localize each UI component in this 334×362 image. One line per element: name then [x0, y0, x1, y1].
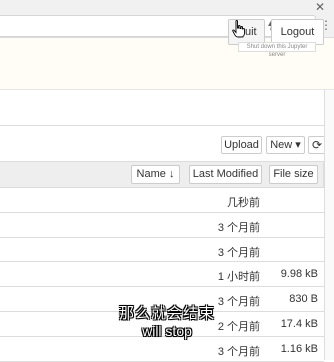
file-row[interactable]: 几秒前	[0, 188, 324, 213]
pointer-cursor-icon	[232, 20, 246, 42]
close-icon[interactable]: ✕	[312, 0, 328, 14]
upload-button[interactable]: Upload	[221, 136, 262, 154]
file-modified: 3 个月前	[217, 221, 260, 234]
refresh-icon: ⟳	[311, 138, 323, 152]
new-dropdown-button[interactable]: New ▾	[266, 136, 305, 154]
file-row[interactable]: 3 个月前	[0, 213, 324, 238]
file-row[interactable]: 3 个月前 1.16 kB	[0, 337, 324, 362]
file-modified: 3 个月前	[217, 246, 260, 259]
quit-tooltip: Shut down this Jupyter server	[238, 42, 316, 58]
file-modified: 1 小时前	[217, 271, 260, 284]
file-size: 1.16 kB	[280, 342, 318, 355]
file-size: 9.98 kB	[280, 268, 318, 281]
subtitle-chinese: 那么就会结束	[118, 305, 215, 322]
file-size: 830 B	[289, 293, 318, 306]
file-row[interactable]: 3 个月前	[0, 238, 324, 263]
sort-by-name-button[interactable]: Name ↓	[131, 165, 180, 184]
sort-by-file-size-button[interactable]: File size	[269, 165, 318, 184]
video-subtitle: 那么就会结束 will stop	[0, 305, 334, 339]
file-row[interactable]: 1 小时前 9.98 kB	[0, 262, 324, 288]
file-modified: 3 个月前	[217, 345, 260, 358]
tabs-strip	[0, 90, 334, 126]
sort-by-last-modified-button[interactable]: Last Modified	[189, 165, 262, 184]
file-modified: 几秒前	[227, 197, 260, 209]
subtitle-english: will stop	[142, 323, 192, 339]
